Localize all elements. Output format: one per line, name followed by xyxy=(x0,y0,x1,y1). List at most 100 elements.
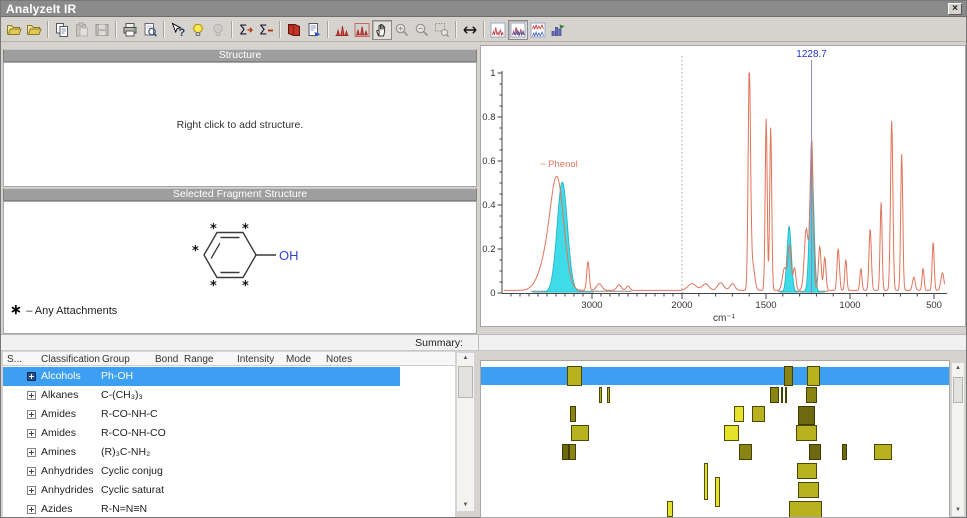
band-marker[interactable] xyxy=(667,501,673,517)
svg-text:1: 1 xyxy=(490,68,495,79)
group-cell: C-(CH₃)₃ xyxy=(101,389,143,401)
band-marker[interactable] xyxy=(571,425,589,441)
expand-icon[interactable] xyxy=(27,486,36,495)
table-row[interactable]: Anhydrides Cyclic saturat xyxy=(3,481,400,500)
band-marker[interactable] xyxy=(752,406,765,422)
band-marker[interactable] xyxy=(770,387,779,403)
table-row[interactable]: Amides R-CO-NH-C xyxy=(3,405,400,424)
expand-icon[interactable] xyxy=(27,505,36,514)
series-annotation: ~ Phenol xyxy=(540,159,578,170)
scroll-up-icon[interactable]: ▲ xyxy=(457,353,474,364)
fragment-canvas[interactable]: OH * * * * * ∗ – Any Attachments xyxy=(3,201,477,334)
ir-spectrum-chart[interactable]: 1228.7 ~ Phenol 0 0.2 0.4 0.6 0.8 1 3000 2000 1500… xyxy=(481,46,965,326)
band-marker[interactable] xyxy=(798,482,819,498)
x-axis-label: cm⁻¹ xyxy=(713,313,736,324)
band-marker[interactable] xyxy=(809,444,821,460)
band-marker[interactable] xyxy=(569,444,576,460)
summary-chart-panel[interactable] xyxy=(480,360,950,518)
band-marker[interactable] xyxy=(781,387,783,403)
table-row[interactable]: Alcohols Ph-OH xyxy=(3,367,400,386)
column-header-group[interactable]: Group xyxy=(102,354,130,365)
pan-hand-icon[interactable] xyxy=(372,19,392,40)
summary-scrollbar[interactable]: ▲ ▼ xyxy=(951,362,965,517)
band-marker[interactable] xyxy=(607,387,610,403)
scroll-down-icon[interactable]: ▼ xyxy=(457,500,474,511)
table-row[interactable]: Amines (R)₃C-NH₂ xyxy=(3,443,400,462)
expand-icon[interactable] xyxy=(27,448,36,457)
export-chart-icon[interactable] xyxy=(548,20,568,40)
band-marker[interactable] xyxy=(798,406,815,425)
table-row[interactable]: Azides R-N=N≡N xyxy=(3,500,400,517)
fragment-band-fill xyxy=(779,225,799,293)
open-structure-icon[interactable] xyxy=(24,20,44,40)
hint-on-icon[interactable] xyxy=(188,20,208,40)
band-marker[interactable] xyxy=(874,444,892,460)
copy-icon[interactable] xyxy=(52,20,72,40)
title-bar[interactable]: AnalyzeIt IR × xyxy=(1,1,966,17)
spectrum-panel[interactable]: 1228.7 ~ Phenol 0 0.2 0.4 0.6 0.8 1 3000 2000 1500… xyxy=(480,45,966,327)
auto-assign-icon[interactable]: Σ xyxy=(236,20,256,40)
band-marker[interactable] xyxy=(562,444,569,460)
open-spectrum-icon[interactable] xyxy=(4,20,24,40)
classification-cell: Anhydrides xyxy=(41,465,94,477)
band-marker[interactable] xyxy=(570,406,576,422)
column-header-notes[interactable]: Notes xyxy=(326,354,352,365)
band-marker[interactable] xyxy=(704,463,708,500)
summary-selected-row-highlight[interactable] xyxy=(481,367,949,385)
view-stack-icon[interactable] xyxy=(528,20,548,40)
band-marker[interactable] xyxy=(785,387,787,403)
expand-icon[interactable] xyxy=(27,410,36,419)
group-cell: R-N=N≡N xyxy=(101,503,148,515)
context-help-icon[interactable]: ? xyxy=(168,20,188,40)
band-marker[interactable] xyxy=(599,387,602,403)
summary-scroll-up-icon[interactable]: ▲ xyxy=(952,363,964,374)
print-preview-icon[interactable] xyxy=(140,20,160,40)
clear-assign-icon[interactable]: Σ xyxy=(256,20,276,40)
table-row[interactable]: Amides R-CO-NH-CO xyxy=(3,424,400,443)
band-marker[interactable] xyxy=(807,366,820,386)
column-header-classification[interactable]: Classification xyxy=(41,354,100,365)
band-marker[interactable] xyxy=(796,425,817,441)
column-header-s[interactable]: S... xyxy=(7,354,22,365)
table-scrollbar-thumb[interactable] xyxy=(458,366,473,398)
fragment-panel-title: Selected Fragment Structure xyxy=(172,188,308,200)
expand-icon[interactable] xyxy=(27,372,36,381)
table-scrollbar[interactable]: ▲ ▼ xyxy=(456,352,475,512)
band-marker[interactable] xyxy=(789,501,822,517)
view-spectrum-icon[interactable] xyxy=(488,20,508,40)
column-header-intensity[interactable]: Intensity xyxy=(237,354,274,365)
expand-icon[interactable] xyxy=(27,391,36,400)
svg-text:0.8: 0.8 xyxy=(482,112,495,123)
close-icon[interactable]: × xyxy=(948,3,962,15)
expand-icon[interactable] xyxy=(27,467,36,476)
table-row[interactable]: Alkanes C-(CH₃)₃ xyxy=(3,386,400,405)
print-icon[interactable] xyxy=(120,20,140,40)
export-report-icon[interactable] xyxy=(304,20,324,40)
peak-regions-icon[interactable] xyxy=(352,20,372,40)
band-marker[interactable] xyxy=(806,387,817,403)
summary-scroll-down-icon[interactable]: ▼ xyxy=(952,505,964,516)
band-marker[interactable] xyxy=(797,463,817,479)
zoom-region-icon xyxy=(432,20,452,40)
column-header-mode[interactable]: Mode xyxy=(286,354,311,365)
view-overlay-icon[interactable] xyxy=(508,19,528,40)
column-header-range[interactable]: Range xyxy=(184,354,213,365)
classification-cell: Amides xyxy=(41,408,77,420)
band-marker[interactable] xyxy=(734,406,744,422)
peaks-icon[interactable] xyxy=(332,20,352,40)
band-marker[interactable] xyxy=(739,444,752,460)
svg-text:0.6: 0.6 xyxy=(482,156,495,167)
structure-canvas[interactable]: Right click to add structure. xyxy=(3,62,477,187)
expand-icon[interactable] xyxy=(27,429,36,438)
band-marker[interactable] xyxy=(567,366,582,386)
column-header-bond[interactable]: Bond xyxy=(155,354,178,365)
band-marker[interactable] xyxy=(724,425,739,441)
summary-scrollbar-thumb[interactable] xyxy=(953,377,963,403)
full-range-icon[interactable] xyxy=(460,20,480,40)
band-marker[interactable] xyxy=(715,477,720,507)
table-row[interactable]: Anhydrides Cyclic conjug xyxy=(3,462,400,481)
band-marker[interactable] xyxy=(784,366,793,386)
toolbar-separator xyxy=(163,21,165,38)
reference-book-icon[interactable] xyxy=(284,20,304,40)
band-marker[interactable] xyxy=(842,444,847,460)
